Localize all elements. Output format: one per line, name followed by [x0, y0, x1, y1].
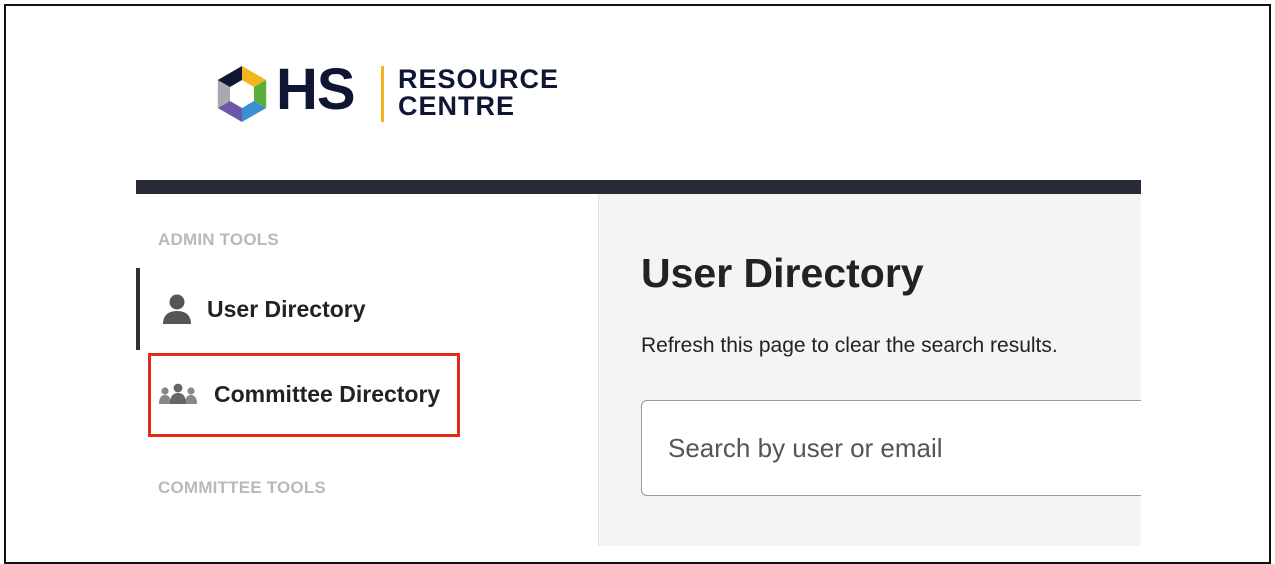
highlight-box: [148, 353, 460, 437]
logo-line1: RESOURCE: [398, 64, 560, 94]
sidebar-item-user-directory[interactable]: User Directory: [136, 268, 366, 350]
logo-divider: [381, 66, 384, 122]
search-input[interactable]: [641, 400, 1141, 496]
committee-tools-heading: COMMITTEE TOOLS: [158, 478, 326, 497]
logo-ring-icon: [217, 66, 267, 122]
user-icon: [162, 293, 192, 325]
main-content: User Directory Refresh this page to clea…: [599, 194, 1141, 546]
header-bar: [136, 180, 1141, 194]
logo-line2: CENTRE: [398, 91, 516, 121]
page-title: User Directory: [641, 250, 924, 296]
admin-tools-heading: ADMIN TOOLS: [158, 230, 279, 249]
sidebar-item-label: User Directory: [207, 295, 366, 322]
helper-text: Refresh this page to clear the search re…: [641, 334, 1058, 357]
logo-hs-text: HS: [276, 57, 356, 122]
logo-wordmark: RESOURCE CENTRE: [398, 66, 559, 120]
